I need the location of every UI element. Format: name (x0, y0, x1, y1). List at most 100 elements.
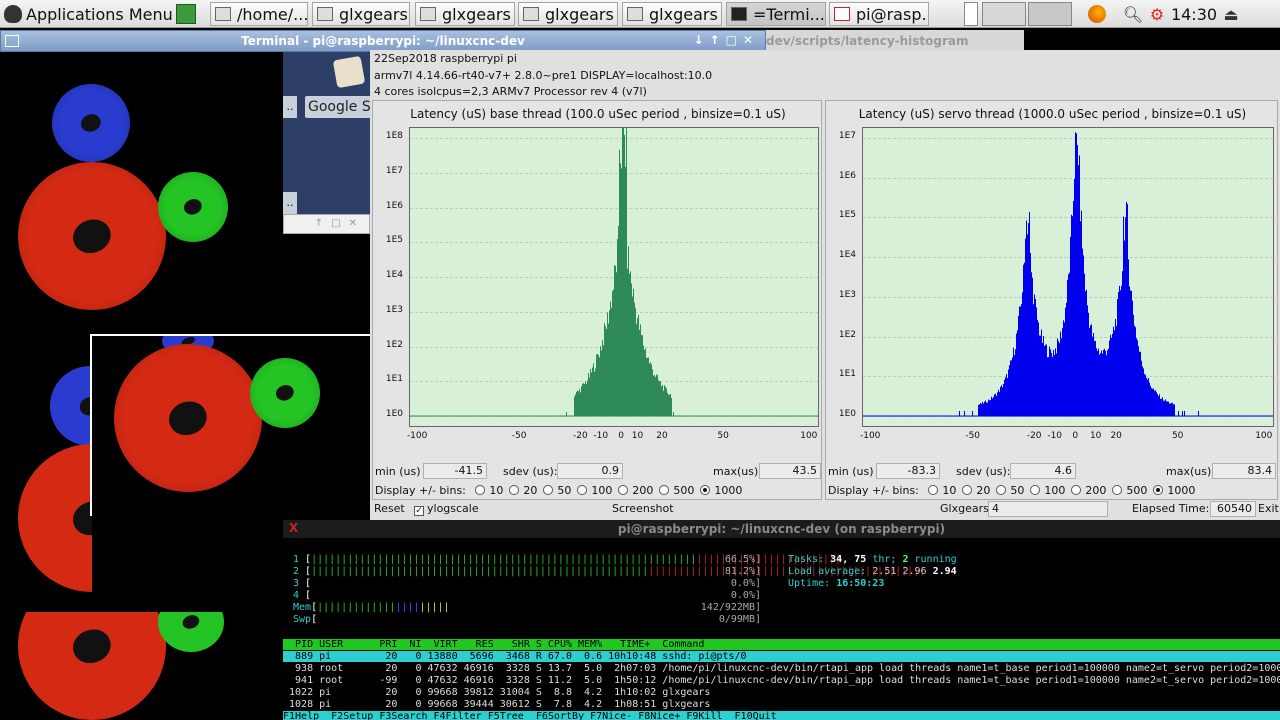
table-row[interactable]: 1022 pi 20 0 99668 39812 31004 S 8.8 4.2… (283, 687, 710, 698)
latency-window-title: dev/scripts/latency-histogram (766, 30, 1024, 52)
screenshot-button[interactable]: Screenshot (612, 500, 674, 518)
x-terminal-icon: X (289, 521, 299, 535)
exit-door-icon[interactable] (176, 4, 196, 24)
red-gear-icon (18, 162, 166, 310)
bins-option-200[interactable]: 200 (612, 484, 653, 497)
servo-max-label: max(us) (1166, 465, 1212, 478)
htop-terminal[interactable]: 1 [|||||||||||||||||||||||||||||||||||||… (283, 538, 1280, 720)
bins-option-1000[interactable]: 1000 (1147, 484, 1195, 497)
overflow-button[interactable]: .. (283, 96, 297, 118)
search-icon[interactable]: 🔍︎ (1122, 2, 1144, 26)
bins-option-20[interactable]: 20 (956, 484, 990, 497)
reset-button[interactable]: Reset (374, 500, 405, 518)
taskbar-button-ssh[interactable]: pi@rasp... (829, 2, 929, 26)
pen-icon (332, 55, 366, 89)
y-tick-label: 1E0 (385, 409, 403, 419)
bins-option-10[interactable]: 10 (922, 484, 956, 497)
function-key-bar[interactable]: F1Help F2Setup F3Search F4Filter F5Tree … (283, 711, 1280, 720)
base-histogram (410, 128, 818, 417)
x-tick-label: -50 (511, 431, 527, 441)
bins-option-500[interactable]: 500 (653, 484, 694, 497)
cpu-meter-value: 81.2%] (724, 566, 761, 577)
taskbar-button-filemanager[interactable]: /home/... (210, 2, 308, 26)
taskbar-button-glxgears-1[interactable]: glxgears (312, 2, 410, 26)
htop-window-title: pi@raspberrypi: ~/linuxcnc-dev (on raspb… (617, 522, 946, 536)
overflow-button[interactable]: .. (283, 192, 297, 214)
radio-icon[interactable] (1030, 485, 1041, 495)
radio-icon[interactable] (928, 485, 939, 495)
browser-icon[interactable] (1076, 2, 1118, 26)
elapsed-time-label: Elapsed Time: (1132, 502, 1210, 515)
window-icon (420, 7, 436, 21)
base-y-axis: 1E8 1E7 1E6 1E5 1E4 1E3 1E2 1E1 1E0 (373, 127, 407, 427)
bins-option-100[interactable]: 100 (1024, 484, 1065, 497)
bins-option-10[interactable]: 10 (469, 484, 503, 497)
base-sdev-value: 0.9 (557, 463, 623, 479)
process-table-header[interactable]: PID USER PRI NI VIRT RES SHR S CPU% MEM%… (283, 639, 1280, 650)
base-bins-row: Display +/- bins: 10 20 50 100 200 500 1000 (375, 484, 742, 497)
htop-titlebar[interactable]: X pi@raspberrypi: ~/linuxcnc-dev (on ras… (283, 520, 1280, 538)
bins-option-20[interactable]: 20 (503, 484, 537, 497)
google-search-button[interactable]: Google S (305, 96, 375, 118)
blue-gear-icon (52, 84, 130, 162)
base-bins-label: Display +/- bins: (375, 484, 466, 497)
workspace-switcher-icon[interactable] (964, 2, 978, 26)
window-controls[interactable]: ↓↑□✕ (693, 33, 759, 47)
table-row[interactable]: 941 root -99 0 47632 46916 3328 S 11.2 5… (283, 675, 1280, 686)
y-tick-label: 1E6 (838, 170, 856, 181)
radio-icon[interactable] (996, 485, 1007, 495)
radio-icon[interactable] (475, 485, 486, 495)
table-row[interactable]: 1028 pi 20 0 99668 39444 30612 S 7.8 4.2… (283, 699, 710, 710)
glxgears-count-field[interactable]: 4 (988, 501, 1108, 517)
y-tick-label: 1E7 (385, 165, 403, 176)
applications-menu-button[interactable]: Applications Menu (4, 2, 173, 26)
bins-option-50[interactable]: 50 (990, 484, 1024, 497)
radio-icon[interactable] (1112, 485, 1123, 495)
cpu-meter-value: 0.0%] (730, 578, 761, 589)
radio-icon[interactable] (659, 485, 670, 495)
taskbar-button-glxgears-2[interactable]: glxgears (415, 2, 515, 26)
table-row[interactable]: 889 pi 20 0 13880 5696 3468 R 67.0 0.6 1… (283, 651, 1280, 662)
radio-icon[interactable] (700, 485, 711, 495)
y-tick-label: 1E6 (385, 200, 403, 211)
table-row[interactable]: 938 root 20 0 47632 46916 3328 S 13.7 5.… (283, 663, 1280, 674)
servo-min-value: -83.3 (876, 463, 940, 479)
ylogscale-checkbox[interactable]: ✓ ylogscale (414, 500, 479, 518)
radio-icon[interactable] (962, 485, 973, 495)
eject-icon[interactable]: ⏏ (1220, 2, 1242, 26)
bins-option-50[interactable]: 50 (537, 484, 571, 497)
taskbar: Applications Menu /home/... glxgears glx… (0, 0, 1280, 28)
radio-icon[interactable] (577, 485, 588, 495)
x-tick-label: 50 (1171, 431, 1184, 441)
taskbar-button-terminal[interactable]: =Termi... (726, 2, 826, 26)
window-menu-icon[interactable] (5, 35, 19, 47)
x-tick-label: 0 (618, 431, 625, 441)
base-max-label: max(us) (713, 465, 759, 478)
taskbar-button-glxgears-3[interactable]: glxgears (518, 2, 618, 26)
base-thread-plot (409, 127, 819, 427)
glxgears-label: Glxgears (940, 502, 989, 515)
radio-icon[interactable] (618, 485, 629, 495)
clock[interactable]: 14:30 (1170, 2, 1218, 26)
bins-option-100[interactable]: 100 (571, 484, 612, 497)
radio-icon[interactable] (543, 485, 554, 495)
bins-option-500[interactable]: 500 (1106, 484, 1147, 497)
radio-icon[interactable] (1153, 485, 1164, 495)
x-tick-label: 20 (1110, 431, 1122, 441)
settings-icon[interactable]: ⚙ (1146, 2, 1168, 26)
elapsed-time-value: 60540 (1210, 501, 1256, 517)
latency-histogram-window: 22Sep2018 raspberrypi pi armv7l 4.14.66-… (370, 50, 1280, 520)
window-controls[interactable]: ↑□✕ (283, 214, 370, 234)
terminal-titlebar[interactable]: Terminal - pi@raspberrypi: ~/linuxcnc-de… (0, 30, 766, 52)
bins-option-1000[interactable]: 1000 (694, 484, 742, 497)
window-icon (317, 7, 333, 21)
radio-icon[interactable] (1071, 485, 1082, 495)
exit-button[interactable]: Exit (1258, 500, 1279, 518)
bins-option-200[interactable]: 200 (1065, 484, 1106, 497)
glxgears-window-1 (0, 52, 283, 330)
cpu-meter-3: 3 [ (293, 578, 312, 589)
green-gear-icon (158, 172, 228, 242)
radio-icon[interactable] (509, 485, 520, 495)
cpu-graph-icon (982, 2, 1026, 26)
taskbar-button-glxgears-4[interactable]: glxgears (622, 2, 722, 26)
